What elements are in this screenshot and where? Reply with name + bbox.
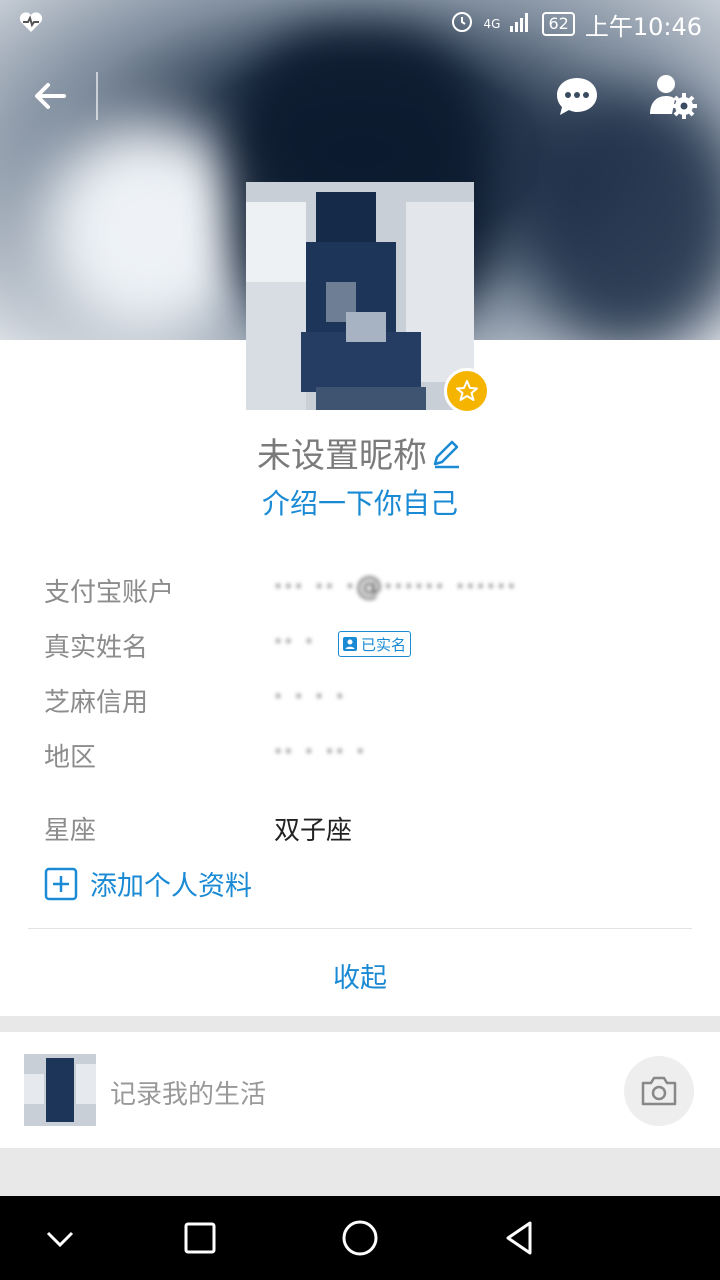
camera-icon	[641, 1076, 677, 1106]
network-type: 4G	[483, 17, 501, 31]
top-bar	[0, 48, 720, 144]
square-icon	[184, 1222, 216, 1254]
row-value-zodiac: 双子座	[274, 816, 353, 846]
section-gap	[0, 1016, 720, 1032]
add-profile-label: 添加个人资料	[90, 871, 252, 902]
chevron-down-icon	[46, 1231, 74, 1248]
post-bar: 记录我的生活	[0, 1032, 720, 1148]
row-value-account: ··· ·· ·@······ ······	[274, 572, 518, 602]
row-value-credit: · · · ·	[274, 682, 346, 712]
plus-square-icon	[44, 867, 78, 900]
alarm-icon	[450, 9, 474, 39]
intro-link[interactable]: 介绍一下你自己	[0, 482, 720, 522]
row-label-region: 地区	[44, 743, 97, 773]
add-profile-button[interactable]: 添加个人资料	[44, 864, 252, 903]
nickname[interactable]: 未设置昵称	[0, 428, 720, 479]
collapse-button[interactable]: 收起	[0, 956, 720, 995]
nav-home-button[interactable]	[340, 1218, 380, 1258]
row-value-region: ·· · ·· ·	[274, 737, 367, 767]
battery-indicator: 62	[542, 12, 575, 36]
chat-bubble-icon	[557, 78, 597, 115]
bottom-gap	[0, 1148, 720, 1196]
status-bar: 4G 62 上午10:46	[0, 0, 720, 48]
pencil-icon[interactable]	[429, 436, 463, 479]
circle-icon	[342, 1220, 378, 1256]
nav-collapse-button[interactable]	[40, 1218, 80, 1258]
mini-avatar	[24, 1054, 96, 1126]
row-label-zodiac: 星座	[44, 816, 97, 846]
user-settings-button[interactable]	[648, 70, 698, 120]
user-settings-icon	[650, 75, 697, 119]
system-nav-bar	[0, 1196, 720, 1280]
id-card-icon	[343, 637, 357, 651]
row-label-credit: 芝麻信用	[44, 688, 149, 718]
row-label-name: 真实姓名	[44, 633, 149, 663]
post-placeholder[interactable]: 记录我的生活	[110, 1074, 266, 1111]
avatar[interactable]	[246, 182, 474, 410]
verified-badge: 已实名	[338, 631, 412, 657]
triangle-back-icon	[506, 1221, 532, 1255]
status-time: 上午10:46	[584, 12, 702, 41]
chat-button[interactable]	[554, 74, 600, 120]
nav-back-button[interactable]	[500, 1218, 540, 1258]
verified-text: 已实名	[361, 635, 407, 654]
heartbeat-icon	[18, 11, 44, 37]
nav-recents-button[interactable]	[180, 1218, 220, 1258]
nickname-text: 未设置昵称	[257, 436, 427, 476]
star-badge-icon	[444, 368, 490, 414]
row-value-name: ·· ·	[274, 627, 316, 657]
signal-icon	[510, 10, 532, 38]
top-bar-divider	[96, 72, 98, 120]
back-arrow-icon	[35, 83, 66, 109]
back-button[interactable]	[28, 74, 72, 118]
divider	[28, 928, 692, 929]
camera-button[interactable]	[624, 1056, 694, 1126]
row-label-account: 支付宝账户	[44, 578, 175, 608]
